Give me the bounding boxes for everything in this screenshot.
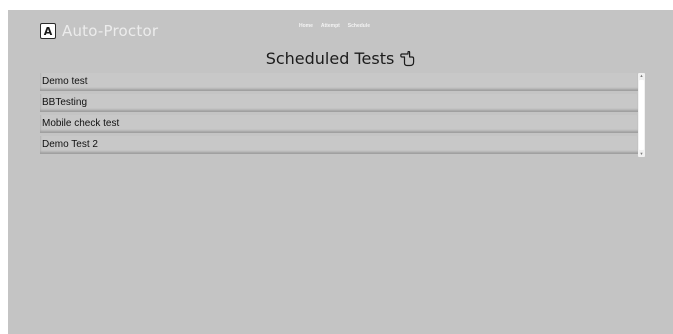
nav-home[interactable]: Home	[299, 23, 313, 29]
scroll-down-icon[interactable]: ▼	[639, 152, 644, 156]
list-scrollbar[interactable]: ▲ ▼	[638, 73, 645, 157]
test-item-demo-test-2[interactable]: Demo Test 2	[40, 136, 639, 154]
top-nav: Home Attempt Schedule	[299, 23, 370, 29]
scrollbar-thumb[interactable]	[639, 80, 644, 150]
test-item-bbtesting[interactable]: BBTesting	[40, 94, 639, 112]
nav-schedule[interactable]: Schedule	[348, 23, 370, 29]
test-item-mobile-check-test[interactable]: Mobile check test	[40, 115, 639, 133]
test-item-demo-test[interactable]: Demo test	[40, 73, 639, 91]
app-window: A Auto-Proctor Home Attempt Schedule Sch…	[8, 10, 673, 334]
pointer-hand-icon	[400, 50, 415, 67]
page-title: Scheduled Tests	[8, 49, 673, 68]
scroll-up-icon[interactable]: ▲	[639, 74, 644, 78]
brand-name: Auto-Proctor	[62, 22, 159, 40]
brand-logo: A	[40, 23, 56, 39]
brand[interactable]: A Auto-Proctor	[40, 22, 158, 40]
page-title-text: Scheduled Tests	[265, 49, 395, 68]
scheduled-tests-list: Demo test BBTesting Mobile check test De…	[40, 73, 639, 159]
nav-attempt[interactable]: Attempt	[321, 23, 340, 29]
